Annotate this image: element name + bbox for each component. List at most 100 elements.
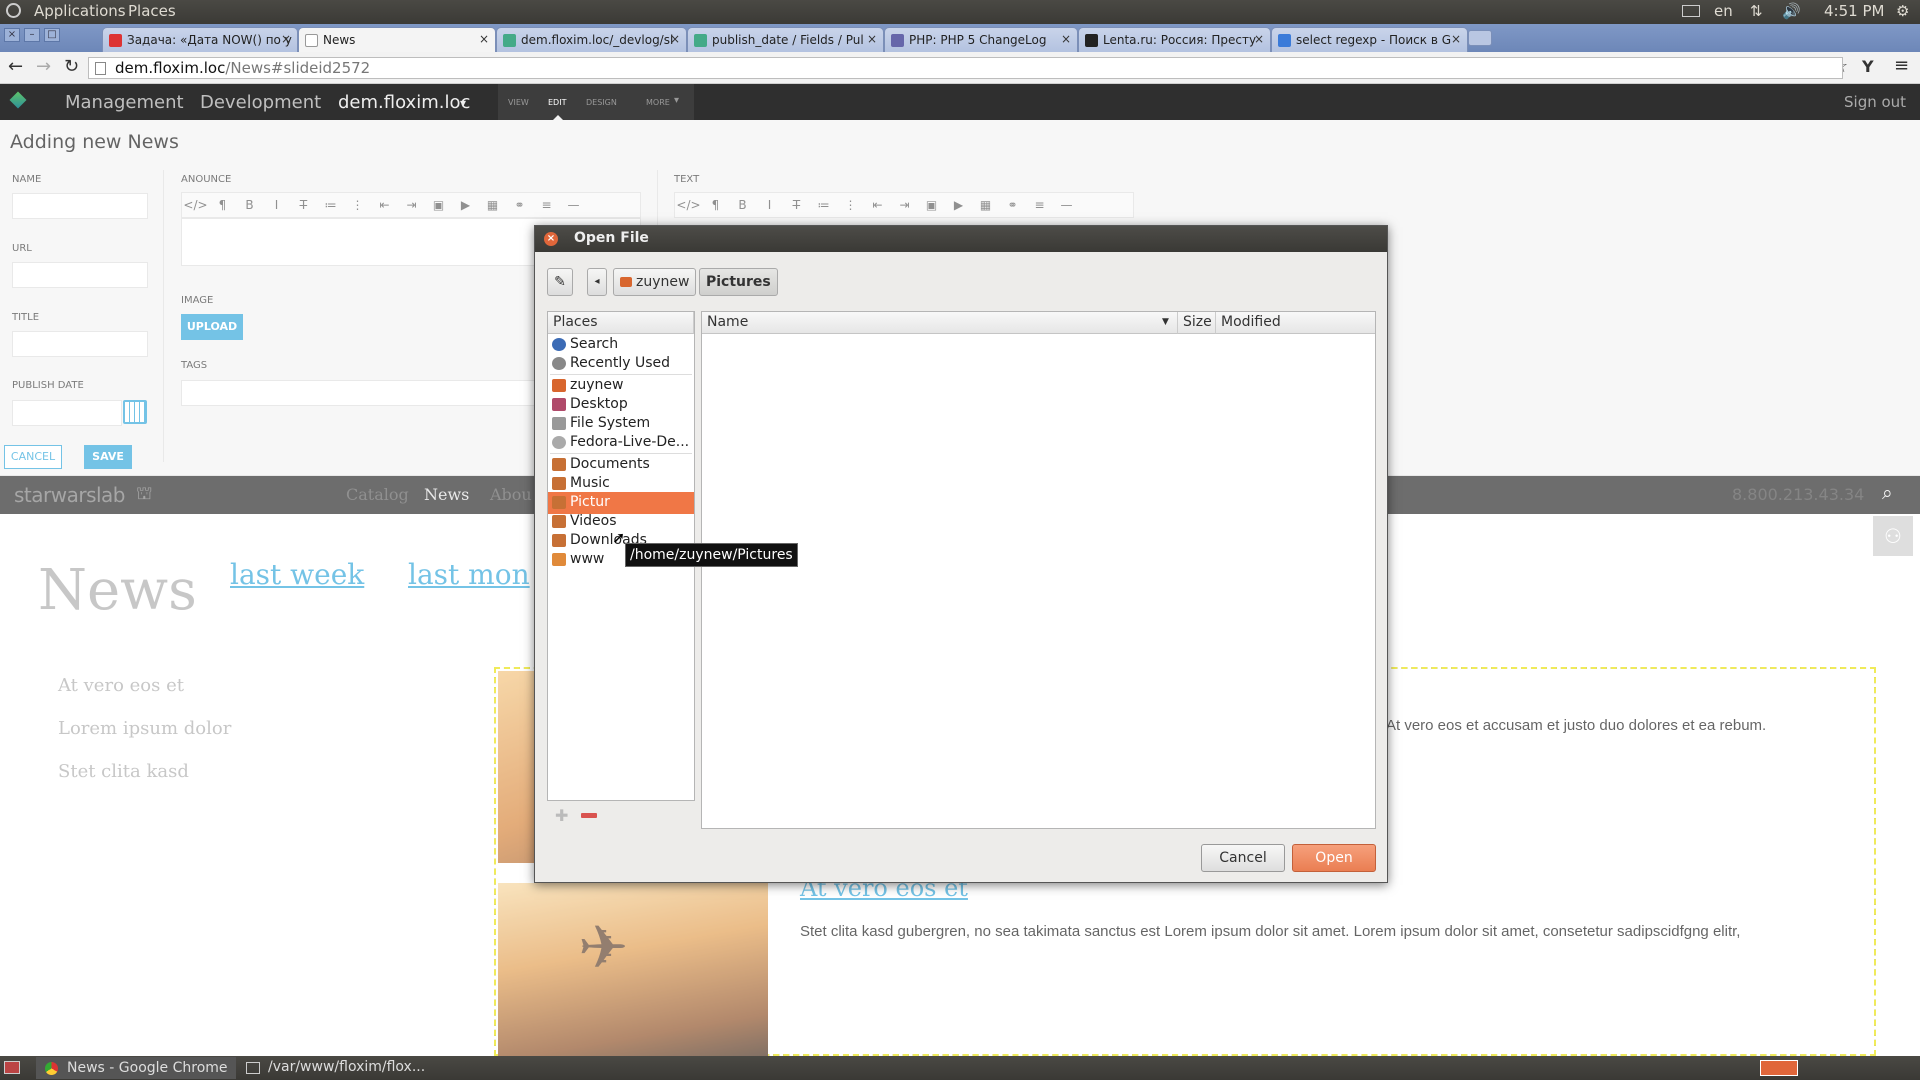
- browser-tab[interactable]: Задача: «Дата NOW() по у ×: [102, 27, 298, 52]
- window-minimize-icon[interactable]: –: [24, 28, 40, 42]
- floxim-logo-icon[interactable]: [9, 91, 27, 109]
- column-size[interactable]: Size: [1178, 312, 1216, 334]
- terminal-icon: [246, 1062, 260, 1074]
- place-label: Pictur: [570, 494, 610, 510]
- place-icon: [552, 496, 566, 509]
- system-logo-icon[interactable]: [6, 3, 21, 18]
- mode-view[interactable]: VIEW: [508, 98, 529, 107]
- favicon-icon: [1278, 34, 1291, 47]
- place-label: Recently Used: [570, 355, 671, 371]
- settings-gear-icon[interactable]: ⚙: [1896, 2, 1909, 20]
- site-chevron-down-icon[interactable]: ▾: [460, 96, 466, 110]
- taskbar-item-chrome[interactable]: News - Google Chrome: [36, 1057, 236, 1079]
- workspace-switcher[interactable]: [1760, 1060, 1798, 1076]
- taskbar-label: News - Google Chrome: [67, 1060, 228, 1076]
- chrome-menu-icon[interactable]: ≡: [1894, 55, 1909, 76]
- remove-bookmark-icon[interactable]: [581, 813, 597, 818]
- path-button-pictures[interactable]: Pictures: [699, 268, 778, 296]
- browser-tab[interactable]: publish_date / Fields / Pul ×: [687, 27, 884, 52]
- window-maximize-icon[interactable]: □: [44, 28, 60, 42]
- tab-close-icon[interactable]: ×: [867, 32, 877, 46]
- browser-tab[interactable]: dem.floxim.loc/_devlog/sl ×: [496, 27, 687, 52]
- favicon-icon: [109, 34, 122, 47]
- nav-management[interactable]: Management: [65, 92, 184, 113]
- place-label: Videos: [570, 513, 617, 529]
- back-icon[interactable]: ←: [8, 56, 23, 77]
- browser-tab[interactable]: select regexp - Поиск в G ×: [1271, 27, 1468, 52]
- places-menu[interactable]: Places: [128, 2, 176, 20]
- path-tooltip: /home/zuynew/Pictures: [625, 543, 798, 567]
- browser-tab[interactable]: PHP: PHP 5 ChangeLog ×: [884, 27, 1078, 52]
- browser-tab[interactable]: Lenta.ru: Россия: Престу ×: [1078, 27, 1271, 52]
- nav-development[interactable]: Development: [200, 92, 321, 113]
- mode-design[interactable]: DESIGN: [586, 98, 617, 107]
- place-label: Documents: [570, 456, 650, 472]
- place-label: Desktop: [570, 396, 628, 412]
- favicon-icon: [503, 34, 516, 47]
- place-icon: [552, 553, 566, 566]
- show-desktop-icon[interactable]: [4, 1061, 20, 1074]
- place-icon: [552, 357, 566, 370]
- browser-tab[interactable]: News ×: [298, 27, 496, 53]
- sort-chevron-down-icon: ▼: [1162, 317, 1169, 327]
- clock[interactable]: 4:51 PM: [1824, 2, 1884, 20]
- tab-close-icon[interactable]: ×: [1061, 32, 1071, 46]
- mode-more[interactable]: MORE: [646, 98, 670, 107]
- add-bookmark-icon[interactable]: ✚: [555, 806, 568, 825]
- admin-bar: Management Development dem.floxim.loc ▾ …: [0, 84, 1920, 120]
- taskbar-label: /var/www/floxim/flox...: [268, 1059, 426, 1075]
- tab-label: Lenta.ru: Россия: Престу: [1103, 33, 1257, 47]
- tab-label: dem.floxim.loc/_devlog/sl: [521, 33, 674, 47]
- place-icon: [552, 534, 566, 547]
- place-item[interactable]: Recently Used: [548, 353, 694, 375]
- column-name-label: Name: [707, 314, 749, 330]
- tab-label: select regexp - Поиск в G: [1296, 33, 1451, 47]
- favicon-icon: [1085, 34, 1098, 47]
- browser-tab-strip: × – □ Задача: «Дата NOW() по у × News × dem.…: [0, 24, 1920, 53]
- places-header: Places: [548, 312, 694, 334]
- path-back-icon[interactable]: ◂: [587, 268, 607, 296]
- place-item[interactable]: Fedora-Live-De...: [548, 432, 694, 454]
- keyboard-layout[interactable]: en: [1714, 2, 1733, 20]
- dialog-cancel-button[interactable]: Cancel: [1201, 844, 1285, 872]
- applications-menu[interactable]: Applications: [34, 2, 126, 20]
- column-modified[interactable]: Modified: [1216, 312, 1375, 334]
- file-list[interactable]: Name ▼ Size Modified: [701, 311, 1376, 829]
- volume-icon[interactable]: 🔊: [1782, 2, 1801, 20]
- mode-edit[interactable]: EDIT: [548, 98, 566, 107]
- forward-icon[interactable]: →: [36, 56, 51, 77]
- tab-close-icon[interactable]: ×: [281, 32, 291, 46]
- window-close-icon[interactable]: ×: [4, 28, 20, 42]
- more-chevron-icon[interactable]: ▾: [674, 95, 679, 106]
- taskbar-item-terminal[interactable]: /var/www/floxim/flox...: [240, 1057, 440, 1079]
- tab-label: News: [323, 33, 356, 47]
- tab-close-icon[interactable]: ×: [1254, 32, 1264, 46]
- reload-icon[interactable]: ↻: [64, 56, 79, 77]
- favicon-icon: [891, 34, 904, 47]
- tab-label: publish_date / Fields / Pul: [712, 33, 864, 47]
- address-bar[interactable]: dem.floxim.loc/News#slideid2572: [88, 57, 1843, 79]
- nav-site[interactable]: dem.floxim.loc: [338, 92, 470, 113]
- network-icon[interactable]: ⇅: [1750, 2, 1763, 20]
- dialog-close-icon[interactable]: ×: [544, 232, 558, 246]
- sign-out-link[interactable]: Sign out: [1844, 93, 1906, 111]
- new-tab-button[interactable]: [1468, 30, 1492, 46]
- column-name[interactable]: Name ▼: [702, 312, 1178, 334]
- extension-icon[interactable]: Y: [1862, 57, 1874, 76]
- tab-close-icon[interactable]: ×: [1451, 32, 1461, 46]
- place-label: Fedora-Live-De...: [570, 434, 690, 450]
- path-button-zuynew[interactable]: zuynew: [613, 268, 697, 296]
- place-icon: [552, 436, 566, 449]
- address-path: /News#slideid2572: [225, 59, 371, 77]
- place-icon: [552, 338, 566, 351]
- place-icon: [552, 379, 566, 392]
- edit-pencil-icon[interactable]: ✎: [547, 268, 573, 296]
- bottom-taskbar: News - Google Chrome /var/www/floxim/flo…: [0, 1056, 1920, 1080]
- place-icon: [552, 398, 566, 411]
- tab-close-icon[interactable]: ×: [479, 32, 489, 46]
- tab-close-icon[interactable]: ×: [670, 32, 680, 46]
- dialog-open-button[interactable]: Open: [1292, 844, 1376, 872]
- home-folder-icon: [620, 277, 632, 287]
- place-label: File System: [570, 415, 651, 431]
- keyboard-icon[interactable]: [1682, 5, 1700, 17]
